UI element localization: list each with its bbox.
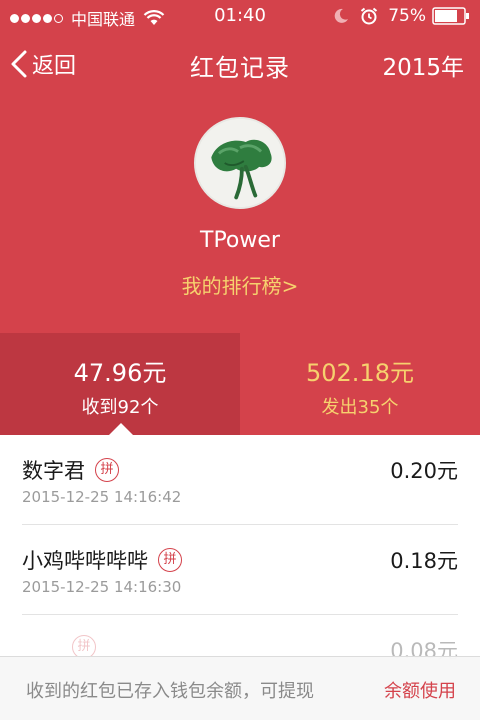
alarm-icon	[361, 7, 378, 25]
sender-name: 数字君	[22, 459, 85, 483]
packet-amount: 0.20元	[390, 459, 458, 483]
battery-icon	[432, 7, 469, 25]
received-amount: 47.96元	[73, 359, 167, 387]
moon-icon	[334, 8, 349, 23]
avatar[interactable]	[194, 117, 286, 209]
status-right: 75%	[332, 6, 470, 26]
summary-tabs: 47.96元 收到92个 502.18元 发出35个	[0, 333, 480, 435]
received-time: 2015-12-25 14:16:42	[22, 488, 182, 506]
list-item[interactable]: 小鸡哔哔哔哔 拼 2015-12-25 14:16:30 0.18元	[22, 525, 458, 615]
tab-sent[interactable]: 502.18元 发出35个	[240, 333, 480, 435]
sender-name: 小鸡哔哔哔哔	[22, 549, 148, 573]
sender-name-row: 数字君 拼	[22, 455, 119, 485]
year-selector[interactable]: 2015年	[382, 48, 464, 82]
sent-amount: 502.18元	[306, 359, 414, 387]
received-count: 收到92个	[81, 397, 159, 418]
packet-amount: 0.18元	[390, 549, 458, 573]
bottom-bar: 收到的红包已存入钱包余额，可提现 余额使用	[0, 656, 480, 720]
status-bar: 中国联通 01:40 75%	[0, 0, 480, 34]
sent-count: 发出35个	[321, 397, 399, 418]
tab-received[interactable]: 47.96元 收到92个	[0, 333, 240, 435]
my-ranking-link[interactable]: 我的排行榜>	[0, 270, 480, 299]
balance-use-link[interactable]: 余额使用	[384, 677, 456, 703]
sender-name-row: 小鸡哔哔哔哔 拼	[22, 545, 182, 575]
battery-percentage: 75%	[388, 6, 426, 26]
red-packet-records-screen: 中国联通 01:40 75% 返回 红包记录 2015年 TPower 我的排行…	[0, 0, 480, 720]
lucky-packet-badge: 拼	[158, 548, 182, 572]
list-item[interactable]: 数字君 拼 2015-12-25 14:16:42 0.20元	[22, 435, 458, 525]
balance-note: 收到的红包已存入钱包余额，可提现	[26, 681, 314, 702]
avatar-image	[196, 119, 284, 207]
received-time: 2015-12-25 14:16:30	[22, 578, 182, 596]
lucky-packet-badge: 拼	[95, 458, 119, 482]
username: TPower	[200, 228, 280, 253]
